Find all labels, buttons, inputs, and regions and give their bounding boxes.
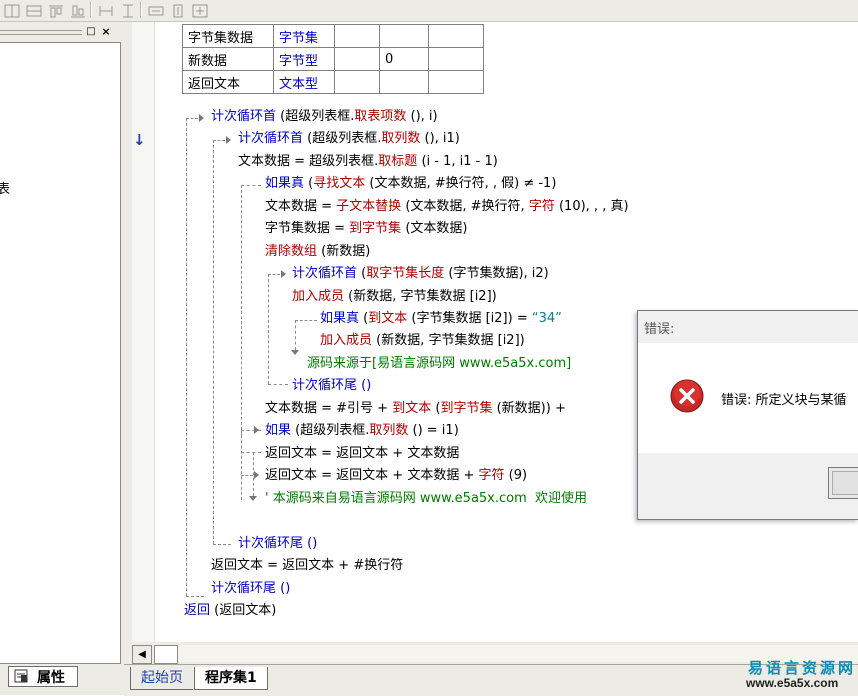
table-row[interactable]: 新数据 字节型 0	[182, 47, 484, 71]
table-cell-c4[interactable]	[379, 24, 429, 48]
table-cell-c3[interactable]	[334, 24, 380, 48]
ok-button[interactable]	[828, 467, 858, 499]
table-cell-name[interactable]: 新数据	[182, 47, 274, 71]
table-row[interactable]: 字节集数据 字节集	[182, 24, 484, 48]
code-line-15[interactable]: 如果 (超级列表框.取列数 () = i1)	[265, 422, 459, 440]
code-line-8[interactable]: 计次循环首 (取字节集长度 (字节集数据), i2)	[292, 265, 549, 283]
code-line-16[interactable]: 返回文本 = 返回文本 + 文本数据	[265, 445, 459, 463]
panel-body: 表	[0, 42, 121, 664]
code-line-17[interactable]: 返回文本 = 返回文本 + 文本数据 + 字符 (9)	[265, 467, 527, 485]
properties-icon	[14, 669, 28, 683]
center-form-icon[interactable]	[190, 2, 210, 20]
code-margin	[132, 22, 155, 642]
dialog-message: 错误: 所定义块与某循	[721, 393, 847, 408]
tab-start-page[interactable]: 起始页	[130, 667, 193, 690]
splitter[interactable]	[124, 22, 132, 664]
align-left-icon[interactable]	[2, 2, 22, 20]
watermark-title: 易语言资源网	[748, 659, 857, 677]
table-cell-name[interactable]: 返回文本	[182, 70, 274, 94]
same-width-icon[interactable]	[96, 2, 116, 20]
toolbar	[0, 0, 858, 22]
scroll-left-icon[interactable]: ◀	[132, 645, 152, 664]
scroll-thumb[interactable]	[154, 645, 178, 664]
code-line-2[interactable]: 计次循环首 (超级列表框.取列数 (), i1)	[238, 130, 460, 148]
code-line-5[interactable]: 文本数据 = 子文本替换 (文本数据, #换行符, 字符 (10), , , 真…	[265, 198, 629, 216]
dialog-title: 错误:	[644, 322, 675, 337]
panel-text-fragment: 表	[0, 178, 10, 197]
code-line-11[interactable]: 加入成员 (新数据, 字节集数据 [i2])	[320, 332, 525, 350]
table-row[interactable]: 返回文本 文本型	[182, 70, 484, 94]
code-line-21[interactable]: 计次循环尾 ()	[211, 580, 290, 598]
code-line-7[interactable]: 清除数组 (新数据)	[265, 243, 370, 261]
table-cell-c5[interactable]	[428, 47, 484, 71]
table-cell-c3[interactable]	[334, 47, 380, 71]
code-line-4[interactable]: 如果真 (寻找文本 (文本数据, #换行符, , 假) ≠ -1)	[265, 175, 556, 193]
table-cell-c3[interactable]	[334, 70, 380, 94]
same-height-icon[interactable]	[118, 2, 138, 20]
watermark-url: www.e5a5x.com	[746, 676, 839, 690]
tab-program-set-1[interactable]: 程序集1	[194, 667, 268, 690]
table-cell-type[interactable]: 字节集	[273, 24, 335, 48]
align-center-icon[interactable]	[24, 2, 44, 20]
panel-bottom-bar: 属性	[0, 664, 124, 695]
variable-table: 字节集数据 字节集 新数据 字节型 0 返回文本 文本型	[182, 24, 484, 94]
code-line-14[interactable]: 文本数据 = #引号 + 到文本 (到字节集 (新数据)) +	[265, 400, 566, 418]
code-line-19[interactable]: 计次循环尾 ()	[238, 535, 317, 553]
code-line-13[interactable]: 计次循环尾 ()	[292, 377, 371, 395]
properties-tab-label: 属性	[37, 670, 65, 686]
code-line-1[interactable]: 计次循环首 (超级列表框.取表项数 (), i)	[211, 108, 438, 126]
code-line-9[interactable]: 加入成员 (新数据, 字节集数据 [i2])	[292, 288, 497, 306]
table-cell-c5[interactable]	[428, 24, 484, 48]
vspace-icon[interactable]	[168, 2, 188, 20]
code-line-20[interactable]: 返回文本 = 返回文本 + #换行符	[211, 557, 403, 575]
code-line-10[interactable]: 如果真 (到文本 (字节集数据 [i2]) = “34”	[320, 310, 562, 328]
current-line-arrow-icon: ↓	[133, 131, 146, 149]
code-line-3[interactable]: 文本数据 = 超级列表框.取标题 (i - 1, i1 - 1)	[238, 153, 498, 171]
table-cell-type[interactable]: 字节型	[273, 47, 335, 71]
code-line-12[interactable]: 源码来源于[易语言源码网 www.e5a5x.com]	[307, 355, 571, 373]
maximize-icon[interactable]: □	[85, 26, 97, 37]
table-cell-c5[interactable]	[428, 70, 484, 94]
align-top-icon[interactable]	[46, 2, 66, 20]
code-line-22[interactable]: 返回 (返回文本)	[184, 602, 276, 620]
hspace-icon[interactable]	[146, 2, 166, 20]
left-panel: □ × 表	[0, 22, 124, 664]
table-cell-type[interactable]: 文本型	[273, 70, 335, 94]
align-bottom-icon[interactable]	[68, 2, 88, 20]
panel-titlebar: □ ×	[0, 25, 118, 39]
error-icon	[670, 379, 704, 413]
table-cell-name[interactable]: 字节集数据	[182, 24, 274, 48]
error-dialog: 错误: 错误: 所定义块与某循	[637, 310, 858, 520]
code-line-6[interactable]: 字节集数据 = 到字节集 (文本数据)	[265, 220, 467, 238]
close-icon[interactable]: ×	[100, 26, 112, 37]
table-cell-c4[interactable]	[379, 70, 429, 94]
properties-tab[interactable]: 属性	[8, 666, 78, 687]
dialog-body: 错误: 所定义块与某循	[638, 343, 858, 453]
code-line-18[interactable]: ' 本源码来自易语言源码网 www.e5a5x.com 欢迎使用	[265, 490, 587, 508]
table-cell-c4[interactable]: 0	[379, 47, 429, 71]
